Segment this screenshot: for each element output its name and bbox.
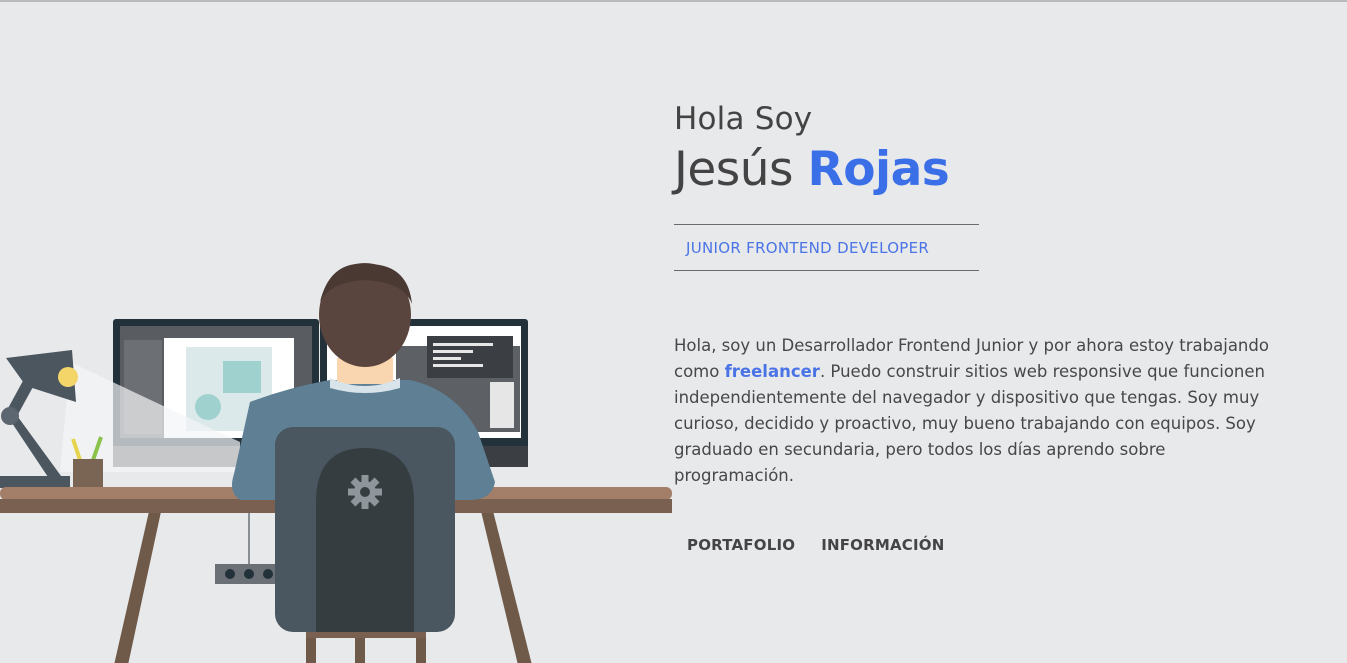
bio-paragraph: Hola, soy un Desarrollador Frontend Juni… (674, 333, 1274, 489)
power-socket (225, 569, 235, 579)
hero-intro: Hola Soy Jesús Rojas JUNIOR FRONTEND DEV… (674, 98, 1314, 554)
lamp-arm-lower (8, 417, 64, 480)
lamp-bulb (58, 367, 78, 387)
left-monitor-circle (195, 394, 221, 420)
developer-desk-illustration (0, 263, 672, 663)
full-name: Jesús Rojas (674, 140, 1314, 200)
code-line (433, 350, 473, 353)
code-column (490, 382, 514, 428)
code-line (433, 357, 461, 360)
first-name: Jesús (674, 142, 794, 197)
greeting: Hola Soy (674, 101, 813, 137)
role-box: JUNIOR FRONTEND DEVELOPER (674, 224, 979, 271)
information-link[interactable]: INFORMACIÓN (821, 536, 944, 554)
left-monitor-square (223, 361, 261, 393)
bio-highlight: freelancer (724, 362, 820, 381)
page: Hola Soy Jesús Rojas JUNIOR FRONTEND DEV… (0, 0, 1347, 663)
portfolio-link[interactable]: PORTAFOLIO (687, 536, 795, 554)
code-line (433, 364, 483, 367)
pencil-cup (73, 459, 103, 489)
power-socket (263, 569, 273, 579)
desk-leg-right (480, 507, 532, 663)
hero-nav: PORTAFOLIO INFORMACIÓN (674, 536, 1314, 554)
gear-icon (348, 475, 382, 509)
code-line (433, 343, 493, 346)
job-title: JUNIOR FRONTEND DEVELOPER (686, 238, 930, 257)
desk-leg-left (114, 507, 162, 663)
last-name: Rojas (807, 142, 950, 197)
power-socket (244, 569, 254, 579)
lamp-joint (1, 407, 19, 425)
